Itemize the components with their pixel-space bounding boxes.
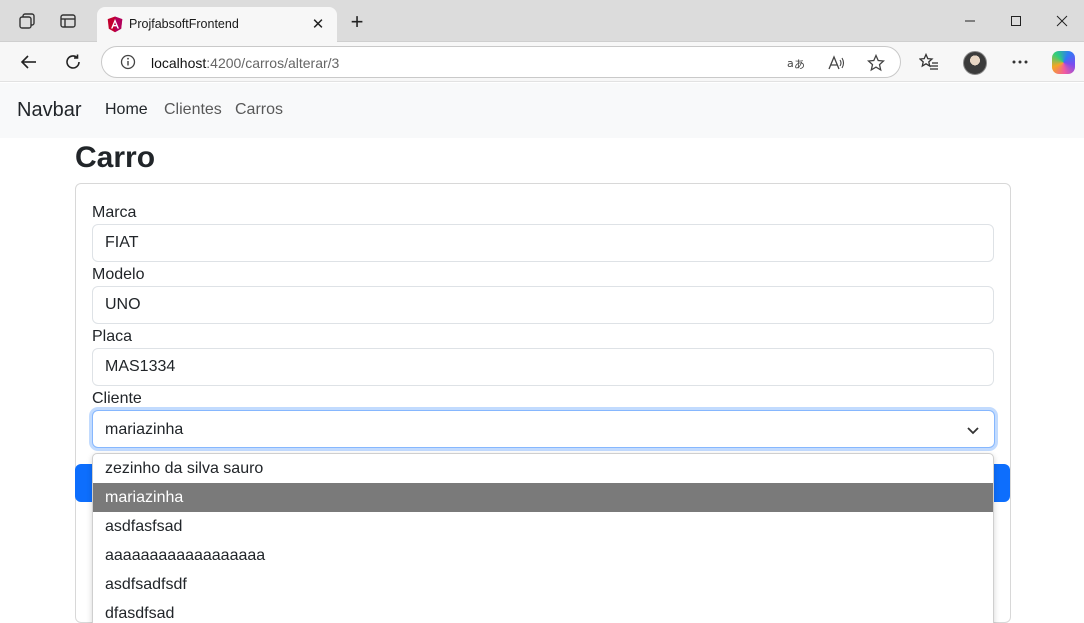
copilot-icon[interactable] [1052, 51, 1075, 74]
url-host: localhost [151, 55, 207, 71]
modelo-label: Modelo [92, 266, 145, 283]
new-tab-icon[interactable]: + [346, 11, 368, 34]
profile-avatar[interactable] [963, 51, 987, 75]
dropdown-option[interactable]: asdfsadfsdf [93, 570, 993, 599]
favorite-star-icon[interactable] [866, 53, 886, 73]
navbar-brand[interactable]: Navbar [17, 99, 81, 122]
dropdown-option[interactable]: dfasdfsad [93, 599, 993, 623]
angular-favicon [107, 16, 123, 33]
navbar: Navbar Home Clientes Carros [0, 83, 1084, 138]
placa-input[interactable] [92, 348, 994, 386]
nav-link-carros[interactable]: Carros [235, 101, 283, 119]
marca-label: Marca [92, 204, 137, 221]
nav-link-home[interactable]: Home [105, 101, 148, 119]
cliente-select-value: mariazinha [105, 421, 184, 438]
address-bar[interactable]: localhost:4200/carros/alterar/3 aあ [101, 46, 901, 78]
back-icon[interactable] [17, 50, 41, 74]
cliente-label: Cliente [92, 390, 142, 407]
more-icon[interactable] [1009, 51, 1031, 73]
nav-link-clientes[interactable]: Clientes [164, 101, 222, 119]
page-title: Carro [75, 141, 156, 174]
vertical-tabs-icon[interactable] [57, 10, 79, 32]
chevron-down-icon [967, 427, 979, 435]
read-aloud-icon[interactable] [826, 53, 846, 73]
browser-tab[interactable]: ProjfabsoftFrontend ✕ [97, 7, 337, 42]
browser-toolbar: localhost:4200/carros/alterar/3 aあ [0, 42, 1084, 82]
dropdown-option[interactable]: aaaaaaaaaaaaaaaaaa [93, 541, 993, 570]
placa-label: Placa [92, 328, 133, 345]
translate-icon[interactable]: aあ [786, 53, 806, 73]
dropdown-option[interactable]: zezinho da silva sauro [93, 454, 993, 483]
browser-tab-bar: ProjfabsoftFrontend ✕ + [0, 0, 1084, 42]
minimize-icon[interactable] [955, 8, 985, 34]
close-icon[interactable]: ✕ [309, 15, 327, 33]
dropdown-option[interactable]: asdfasfsad [93, 512, 993, 541]
cliente-dropdown-list: zezinho da silva sauro mariazinha asdfas… [92, 453, 994, 623]
svg-text:あ: あ [794, 58, 805, 71]
window-close-icon[interactable] [1047, 8, 1077, 34]
workspaces-icon[interactable] [16, 10, 38, 32]
refresh-icon[interactable] [61, 50, 85, 74]
site-info-icon[interactable] [120, 54, 136, 70]
url-text[interactable]: localhost:4200/carros/alterar/3 [151, 55, 339, 71]
cliente-select[interactable]: mariazinha [92, 410, 995, 448]
dropdown-option-selected[interactable]: mariazinha [93, 483, 993, 512]
maximize-icon[interactable] [1001, 8, 1031, 34]
modelo-input[interactable] [92, 286, 994, 324]
tab-title: ProjfabsoftFrontend [129, 17, 239, 31]
favorites-icon[interactable] [918, 51, 940, 73]
svg-text:a: a [787, 57, 794, 70]
marca-input[interactable] [92, 224, 994, 262]
url-path: :4200/carros/alterar/3 [206, 55, 340, 71]
